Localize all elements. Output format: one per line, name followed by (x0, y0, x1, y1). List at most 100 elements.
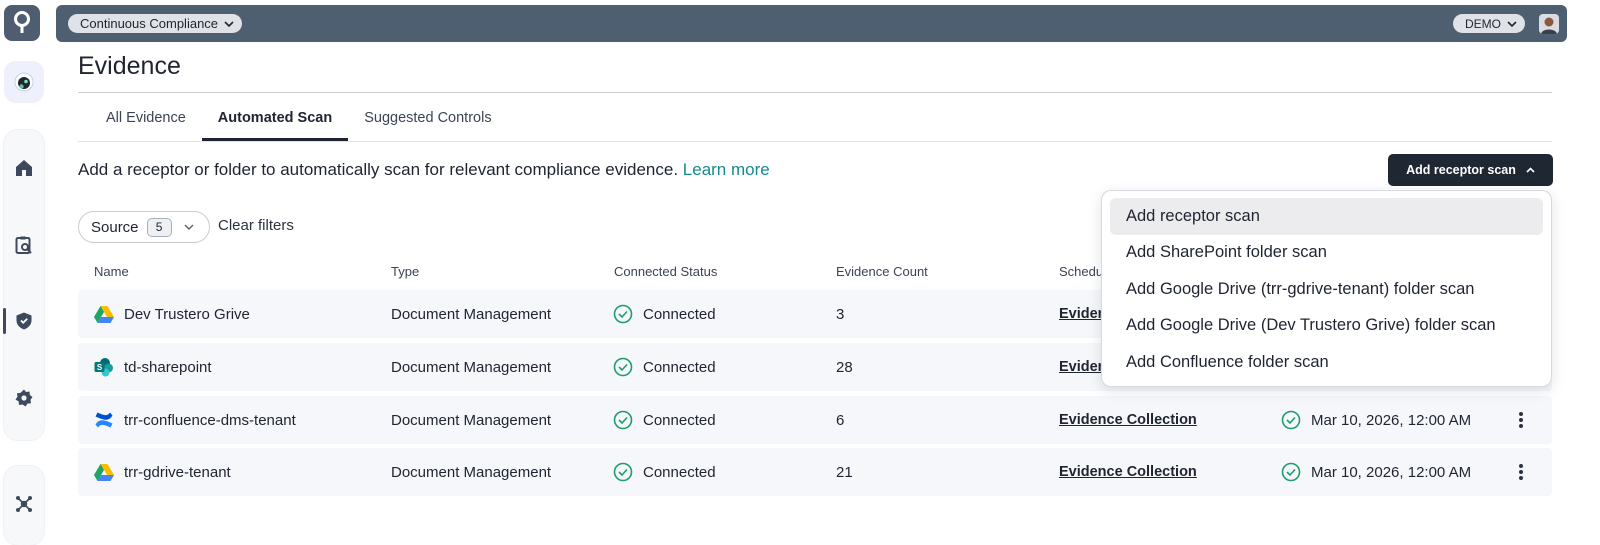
type-cell: Document Management (391, 305, 552, 323)
divider (78, 141, 1552, 142)
chevron-down-icon (1507, 20, 1517, 27)
status-text: Connected (643, 463, 716, 481)
status-text: Connected (643, 305, 716, 323)
check-circle-icon (613, 304, 633, 324)
column-header-type[interactable]: Type (391, 264, 419, 279)
left-rail (0, 0, 50, 545)
confluence-icon (95, 412, 113, 428)
integrations-icon (16, 496, 32, 512)
shield-icon (16, 312, 32, 330)
logo-icon (14, 11, 30, 33)
chevron-up-icon (1526, 167, 1535, 173)
last-scan-cell: Mar 10, 2026, 12:00 AM (1281, 448, 1471, 496)
source-filter[interactable]: Source 5 (78, 211, 210, 243)
tab-suggested-controls[interactable]: Suggested Controls (348, 100, 507, 141)
nav-evidence[interactable] (4, 303, 44, 339)
assistant-avatar[interactable] (4, 61, 44, 103)
receptor-name-cell: S td-sharepoint (94, 343, 212, 391)
status-cell: Connected (613, 396, 716, 444)
source-filter-label: Source (91, 218, 139, 236)
clear-filters-button[interactable]: Clear filters (218, 217, 294, 234)
status-text: Connected (643, 358, 716, 376)
type-cell: Document Management (391, 463, 552, 481)
check-circle-icon (613, 462, 633, 482)
chevron-down-icon (184, 224, 194, 230)
row-actions-menu-icon[interactable] (1516, 462, 1526, 482)
google-drive-icon (94, 306, 114, 323)
nav-integrations[interactable] (4, 486, 44, 522)
status-cell: Connected (613, 448, 716, 496)
schedule-link[interactable]: Eviden (1059, 290, 1107, 338)
tab-automated-scan[interactable]: Automated Scan (201, 100, 349, 141)
column-header-evidence-count[interactable]: Evidence Count (836, 264, 928, 279)
column-header-status[interactable]: Connected Status (614, 264, 717, 279)
source-count-badge: 5 (146, 217, 172, 237)
menu-item-add-confluence-folder-scan[interactable]: Add Confluence folder scan (1110, 344, 1543, 381)
audit-search-icon (15, 236, 32, 254)
add-scan-dropdown-menu: Add receptor scan Add SharePoint folder … (1101, 190, 1552, 387)
settings-icon (15, 389, 33, 407)
menu-item-add-sharepoint-folder-scan[interactable]: Add SharePoint folder scan (1110, 235, 1543, 272)
schedule-link[interactable]: Evidence Collection (1059, 448, 1197, 496)
google-drive-icon (94, 464, 114, 481)
check-circle-icon (613, 357, 633, 377)
nav-home[interactable] (4, 150, 44, 186)
workspace-label: Continuous Compliance (80, 16, 219, 31)
status-cell: Connected (613, 343, 716, 391)
evidence-count-cell: 21 (836, 463, 853, 481)
workspace-select[interactable]: Continuous Compliance (68, 14, 243, 33)
evidence-count-cell: 28 (836, 358, 853, 376)
nav-audit[interactable] (4, 227, 44, 263)
receptor-name-cell: Dev Trustero Grive (94, 290, 250, 338)
add-receptor-scan-button[interactable]: Add receptor scan (1388, 154, 1553, 186)
description-text: Add a receptor or folder to automaticall… (78, 160, 679, 179)
check-circle-icon (613, 410, 633, 430)
tenant-label: DEMO (1465, 16, 1501, 31)
tab-bar: All Evidence Automated Scan Suggested Co… (90, 100, 508, 142)
menu-item-add-receptor-scan[interactable]: Add receptor scan (1110, 198, 1543, 235)
check-circle-icon (1281, 462, 1301, 482)
receptor-name: trr-confluence-dms-tenant (124, 411, 296, 429)
status-text: Connected (643, 411, 716, 429)
receptor-name-cell: trr-gdrive-tenant (94, 448, 231, 496)
row-actions-menu-icon[interactable] (1516, 410, 1526, 430)
app-logo[interactable] (4, 5, 40, 41)
menu-item-add-gdrive-dev-folder-scan[interactable]: Add Google Drive (Dev Trustero Grive) fo… (1110, 308, 1543, 345)
evidence-count-cell: 3 (836, 305, 845, 323)
status-cell: Connected (613, 290, 716, 338)
page-title: Evidence (78, 52, 181, 80)
top-bar: Continuous Compliance DEMO (56, 5, 1567, 42)
column-header-schedule[interactable]: Schedu (1059, 264, 1103, 279)
schedule-link[interactable]: Evidence Collection (1059, 396, 1197, 444)
user-photo-icon (1539, 14, 1559, 34)
receptor-name: td-sharepoint (124, 358, 212, 376)
receptor-name: Dev Trustero Grive (124, 305, 250, 323)
divider (78, 92, 1552, 93)
nav-group-secondary (4, 466, 44, 545)
nav-group-main (3, 130, 44, 440)
table-row[interactable]: trr-gdrive-tenant Document Management Co… (78, 448, 1552, 496)
svg-text:S: S (97, 363, 103, 372)
add-receptor-scan-label: Add receptor scan (1406, 163, 1516, 177)
type-cell: Document Management (391, 358, 552, 376)
assistant-icon (14, 72, 34, 92)
last-scan-cell: Mar 10, 2026, 12:00 AM (1281, 396, 1471, 444)
check-circle-icon (1281, 410, 1301, 430)
user-avatar[interactable] (1539, 14, 1559, 34)
last-scan-date: Mar 10, 2026, 12:00 AM (1311, 411, 1472, 429)
tab-all-evidence[interactable]: All Evidence (90, 100, 202, 141)
type-cell: Document Management (391, 411, 552, 429)
home-icon (16, 160, 32, 176)
menu-item-add-gdrive-tenant-folder-scan[interactable]: Add Google Drive (trr-gdrive-tenant) fol… (1110, 271, 1543, 308)
table-row[interactable]: trr-confluence-dms-tenant Document Manag… (78, 396, 1552, 444)
nav-settings[interactable] (4, 380, 44, 416)
receptor-name-cell: trr-confluence-dms-tenant (94, 396, 296, 444)
schedule-link[interactable]: Eviden (1059, 343, 1107, 391)
learn-more-link[interactable]: Learn more (683, 160, 770, 179)
evidence-count-cell: 6 (836, 411, 845, 429)
column-header-name[interactable]: Name (94, 264, 129, 279)
sharepoint-icon: S (94, 358, 113, 377)
tenant-select[interactable]: DEMO (1453, 14, 1525, 33)
last-scan-date: Mar 10, 2026, 12:00 AM (1311, 463, 1472, 481)
chevron-down-icon (224, 20, 234, 27)
